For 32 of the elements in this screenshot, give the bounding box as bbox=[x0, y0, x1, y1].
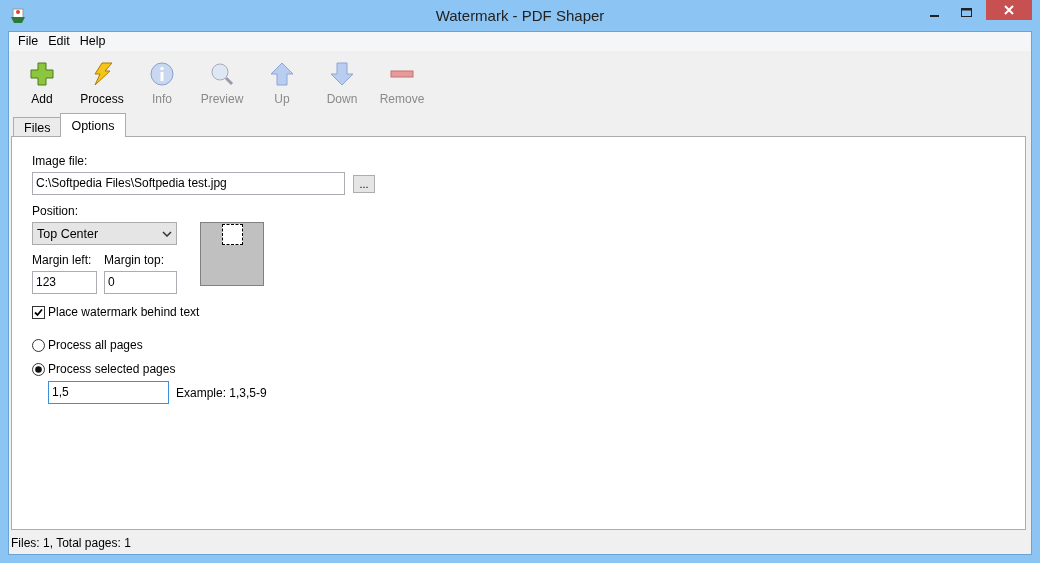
tab[interactable]: Files bbox=[13, 117, 62, 137]
status-text: Files: 1, Total pages: 1 bbox=[11, 535, 132, 550]
down-arrow-icon bbox=[330, 62, 354, 86]
close-button[interactable] bbox=[986, 0, 1032, 20]
input-field[interactable]: 0 bbox=[104, 271, 177, 294]
menu-item[interactable]: Help bbox=[74, 32, 111, 51]
example-hint: Example: 1,3,5-9 bbox=[176, 385, 267, 400]
checkbox[interactable]: Place watermark behind text bbox=[32, 305, 200, 319]
menu-item[interactable]: File bbox=[13, 32, 44, 51]
magnifier-icon bbox=[210, 62, 234, 86]
field-label: Margin top: bbox=[104, 253, 166, 267]
field-label: Image file: bbox=[32, 154, 88, 168]
menu-item[interactable]: Edit bbox=[43, 32, 75, 51]
watermark-placeholder bbox=[222, 224, 243, 245]
position-dropdown[interactable]: Top Center bbox=[32, 222, 177, 245]
window-title: Watermark - PDF Shaper bbox=[435, 7, 605, 24]
toolbar-button[interactable]: Add bbox=[12, 51, 72, 113]
toolbar-button[interactable]: Process bbox=[72, 51, 132, 113]
input-field[interactable]: 123 bbox=[32, 271, 97, 294]
radio-button[interactable]: Process all pages bbox=[32, 338, 176, 352]
browse-button[interactable]: ... bbox=[353, 174, 375, 193]
tab[interactable]: Options bbox=[60, 113, 126, 137]
input-field[interactable]: C:\Softpedia Files\Softpedia test.jpg bbox=[32, 172, 345, 195]
app-icon bbox=[10, 7, 26, 24]
info-icon bbox=[150, 62, 174, 86]
plus-icon bbox=[30, 62, 54, 86]
pages-input[interactable]: 1,5 bbox=[48, 381, 169, 404]
field-label: Position: bbox=[32, 204, 79, 218]
field-label: Margin left: bbox=[32, 253, 93, 267]
chevron-icon bbox=[162, 230, 172, 237]
up-arrow-icon bbox=[270, 62, 294, 86]
radio-button[interactable]: Process selected pages bbox=[32, 362, 176, 376]
